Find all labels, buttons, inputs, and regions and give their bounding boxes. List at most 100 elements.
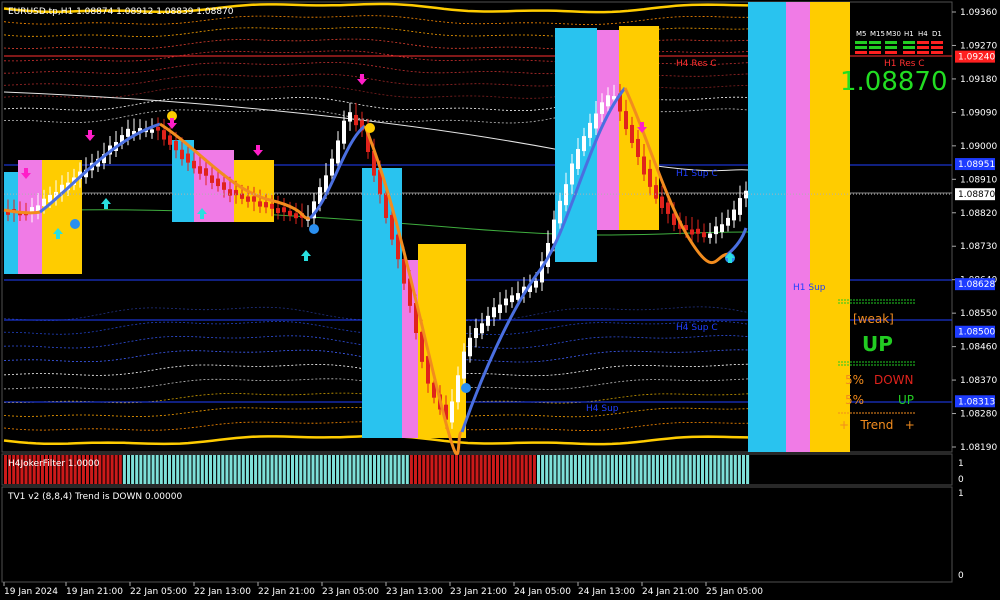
candle-body: [492, 307, 496, 318]
timeframe-cell: [917, 46, 929, 49]
timeframe-cell: [931, 46, 943, 49]
histogram-bar: [405, 455, 409, 484]
histogram-bar: [541, 455, 545, 484]
candle-body: [474, 328, 478, 339]
histogram-bar: [114, 455, 118, 484]
candle-body: [504, 298, 508, 306]
chart-canvas[interactable]: 1.09360 1.09270 1.09180 1.09090 1.09000 1.089…: [0, 0, 1000, 600]
histogram-bar: [422, 455, 426, 484]
candle-body: [714, 226, 718, 235]
histogram-bar: [487, 455, 491, 484]
histogram-bar: [516, 455, 520, 484]
histogram-bar: [340, 455, 344, 484]
price-axis[interactable]: 1.09360 1.09270 1.09180 1.09090 1.09000 1.089…: [952, 8, 997, 453]
histogram-bar: [705, 455, 709, 484]
arrow-down-icon: [253, 145, 263, 156]
histogram-bar: [344, 455, 348, 484]
histogram-bar: [315, 455, 319, 484]
level-label-h1-sup-c: H1 Sup C: [676, 169, 718, 179]
histogram-bar: [586, 455, 590, 484]
candle-body: [582, 136, 586, 152]
histogram-bar: [237, 455, 241, 484]
candle-body: [648, 168, 652, 187]
histogram-bar: [438, 455, 442, 484]
histogram-bar: [491, 455, 495, 484]
histogram-bar: [356, 455, 360, 484]
histogram-bar: [414, 455, 417, 484]
candle-body: [480, 323, 484, 334]
histogram-bar: [155, 455, 159, 484]
timeframe-label: H4: [918, 30, 928, 38]
histogram-bar: [655, 455, 659, 484]
histogram-bar: [598, 455, 602, 484]
time-tick-label: 23 Jan 13:00: [386, 587, 443, 597]
candle-body: [294, 213, 298, 219]
histogram-bar: [664, 455, 668, 484]
candle-body: [204, 168, 208, 176]
sub1-tick-0: 0: [958, 475, 964, 485]
level-label-h4-res-c: H4 Res C: [676, 59, 717, 69]
histogram-bar: [578, 455, 581, 484]
candle-body: [252, 196, 256, 202]
histogram-bar: [254, 455, 258, 484]
histogram-bar: [733, 455, 737, 484]
histogram-bar: [725, 455, 729, 484]
histogram-bar: [192, 455, 196, 484]
histogram-bar: [680, 455, 684, 484]
price-tag-label: 1.08951: [958, 160, 995, 170]
histogram-bar: [360, 455, 364, 484]
histogram-bar: [106, 455, 110, 484]
timeframe-cell: [869, 41, 881, 44]
candle-body: [564, 184, 568, 206]
histogram-bar: [590, 455, 594, 484]
candle-body: [216, 178, 220, 187]
histogram-bar: [250, 455, 253, 484]
histogram-bar: [545, 455, 549, 484]
level-label-h4-sup-c: H4 Sup C: [676, 323, 718, 333]
candle-body: [468, 337, 472, 357]
price-tag-label: 1.08628: [958, 280, 995, 290]
histogram-bar: [143, 455, 147, 484]
arrow-down-icon: [167, 118, 177, 129]
candle-body: [240, 193, 244, 199]
histogram-bar: [352, 455, 356, 484]
price-tick-label: 1.08460: [960, 343, 997, 353]
signal-dot: [365, 123, 375, 133]
histogram-bar: [102, 455, 106, 484]
histogram-bar: [299, 455, 303, 484]
histogram-bar: [262, 455, 266, 484]
histogram-bar: [496, 455, 499, 484]
price-tag-label: 1.08313: [958, 397, 995, 407]
histogram-bar: [393, 455, 397, 484]
candle-body: [354, 114, 358, 126]
histogram-bar: [594, 455, 598, 484]
arrow-down-icon: [85, 130, 95, 141]
histogram-bar: [368, 455, 372, 484]
histogram-bar: [241, 455, 245, 484]
candle-body: [558, 200, 562, 224]
histogram-bar: [627, 455, 631, 484]
histogram-bar: [623, 455, 627, 484]
histogram-bar: [409, 455, 413, 484]
histogram-bar: [504, 455, 508, 484]
price-tick-label: 1.08190: [960, 443, 997, 453]
histogram-bar: [307, 455, 311, 484]
timeframe-cell: [931, 51, 943, 54]
candle-body: [228, 189, 232, 196]
zone-block: [362, 168, 402, 438]
histogram-bar: [446, 455, 450, 484]
histogram-bar: [549, 455, 553, 484]
time-axis[interactable]: 19 Jan 2024 19 Jan 21:00 22 Jan 05:00 22 Ja…: [3, 582, 763, 597]
candle-body: [594, 113, 598, 129]
histogram-bar: [209, 455, 212, 484]
sub1-label: H4JokerFilter 1.0000: [8, 459, 100, 469]
histogram-bar: [180, 455, 184, 484]
histogram-bar: [479, 455, 483, 484]
histogram-bar: [442, 455, 446, 484]
price-tag-label: 1.09240: [958, 53, 995, 63]
histogram-bar: [172, 455, 176, 484]
timeframe-cell: [885, 46, 897, 49]
candle-body: [348, 112, 352, 122]
signal-strength: [weak]: [853, 312, 894, 326]
candle-body: [666, 202, 670, 214]
